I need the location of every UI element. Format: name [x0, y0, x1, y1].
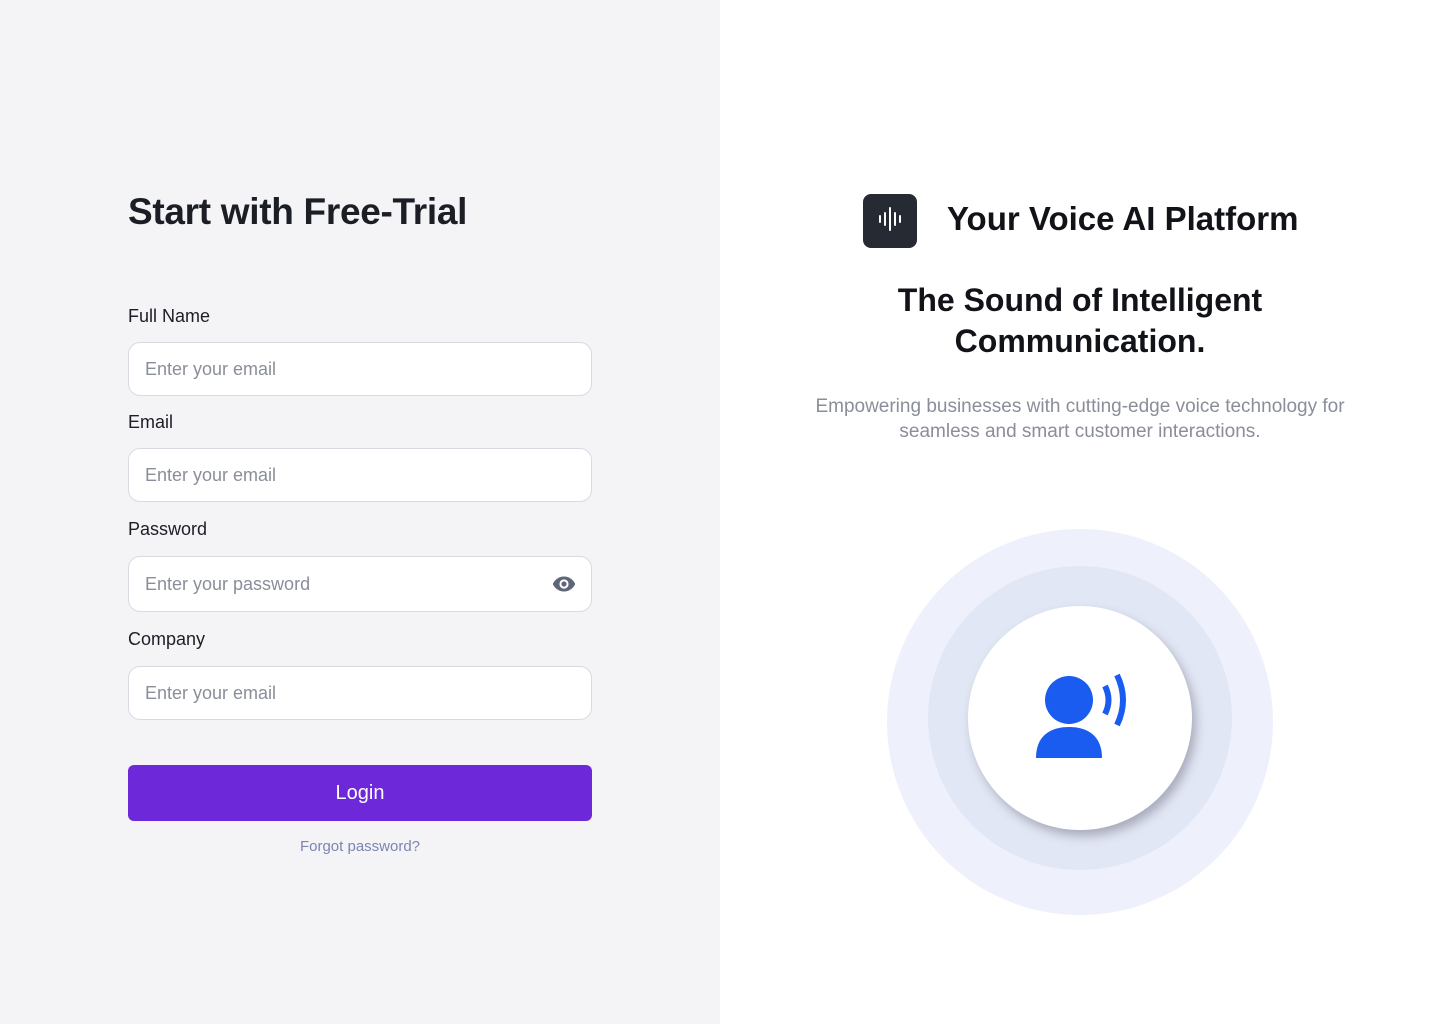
password-input[interactable] — [129, 557, 591, 611]
form-title: Start with Free-Trial — [128, 191, 468, 232]
company-label: Company — [128, 629, 206, 649]
password-label: Password — [128, 519, 208, 539]
signup-panel — [0, 0, 720, 1024]
full-name-label: Full Name — [128, 306, 211, 326]
speaking-person-icon — [1024, 666, 1136, 771]
eye-icon[interactable] — [551, 574, 577, 594]
email-label: Email — [128, 412, 174, 432]
password-field-box — [128, 556, 592, 612]
hero-subtext: Empowering businesses with cutting-edge … — [815, 396, 1345, 442]
brand-title: Your Voice AI Platform — [947, 200, 1299, 237]
logo — [863, 194, 917, 248]
company-input[interactable] — [129, 667, 591, 719]
full-name-input[interactable] — [129, 343, 591, 395]
email-field-box — [128, 448, 592, 502]
forgot-password-link[interactable]: Forgot password? — [128, 838, 592, 855]
hero-headline: The Sound of Intelligent Communication. — [897, 282, 1263, 359]
email-input[interactable] — [129, 449, 591, 501]
login-button[interactable]: Login — [128, 765, 592, 821]
illustration-circle — [968, 606, 1192, 830]
company-field-box — [128, 666, 592, 720]
full-name-field-box — [128, 342, 592, 396]
soundwave-icon — [875, 204, 905, 239]
